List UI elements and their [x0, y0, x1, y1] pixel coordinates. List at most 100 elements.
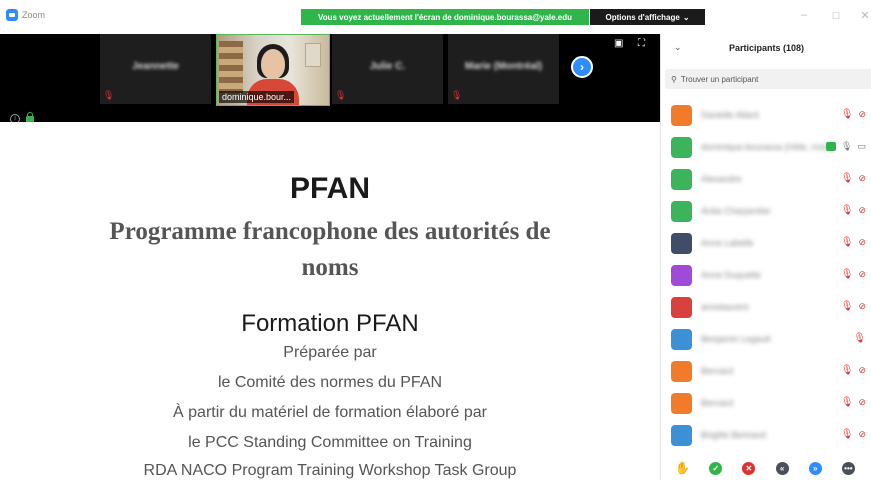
maximize-icon[interactable]: ☐ — [829, 11, 843, 22]
video-off-icon: ⊘ — [858, 173, 866, 183]
muted-mic-icon: 🎙 — [840, 365, 854, 376]
video-off-icon: ⊘ — [858, 397, 866, 407]
app-title: Zoom — [6, 9, 45, 21]
participant-name: dominique.bour... — [219, 91, 295, 103]
view-options-button[interactable]: Options d'affichage ⌄ — [590, 9, 705, 25]
participant-name: Alexandre — [701, 174, 742, 184]
participant-status-icons: 🎙 ⊘ — [841, 237, 866, 248]
participant-row[interactable]: Benjamin Legault 🎙 — [661, 325, 871, 357]
video-thumbnail[interactable]: Marie (Montréal) 🎙 — [448, 34, 559, 104]
slide-line: le Comité des normes du PFAN — [217, 374, 443, 391]
participant-name: Marie (Montréal) — [464, 61, 543, 72]
muted-mic-icon: 🎙 — [840, 269, 854, 280]
video-thumbnail[interactable]: Jeannette 🎙 — [100, 34, 211, 104]
participant-status-icons: 🎙 ⊘ — [841, 429, 866, 440]
muted-mic-icon: 🎙 — [451, 90, 463, 100]
avatar — [671, 265, 692, 286]
panel-header: ⌄ Participants (108) — [661, 34, 871, 64]
video-off-icon: ⊘ — [858, 269, 866, 279]
go-faster-icon[interactable]: » — [808, 461, 822, 475]
screen-share-icon — [826, 142, 837, 151]
view-options-label: Options d'affichage — [605, 12, 680, 22]
participant-status-icons: 🎙 — [853, 333, 866, 344]
participant-row[interactable]: dominique.bourassa (Hôte, moi) 🎙 ▭ — [661, 133, 871, 165]
slide-subtitle: Programme francophone des autorités de n… — [109, 218, 551, 281]
screen-share-banner: Vous voyez actuellement l'écran de domin… — [301, 9, 589, 25]
video-strip: Jeannette 🎙 dominique.bour... Julie C. 🎙… — [0, 34, 660, 124]
participant-row[interactable]: Alexandre 🎙 ⊘ — [661, 165, 871, 197]
title-bar: Zoom Vous voyez actuellement l'écran de … — [0, 0, 871, 34]
close-icon[interactable]: ✕ — [858, 9, 871, 22]
avatar — [671, 169, 692, 190]
muted-mic-icon: 🎙 — [853, 333, 866, 344]
video-off-icon: ⊘ — [858, 109, 866, 119]
chevron-right-icon: › — [580, 60, 584, 74]
participant-row[interactable]: Anne Duquette 🎙 ⊘ — [661, 261, 871, 293]
participant-name: Julie C. — [369, 61, 406, 72]
participant-row[interactable]: Bernard 🎙 ⊘ — [661, 389, 871, 421]
participant-name: annelaurent — [701, 302, 749, 312]
yes-icon[interactable]: ✓ — [709, 461, 723, 475]
go-slower-icon[interactable]: « — [775, 461, 789, 475]
muted-mic-icon: 🎙 — [840, 237, 854, 248]
participant-name: dominique.bourassa (Hôte, moi) — [701, 142, 830, 152]
participant-status-icons: 🎙 ⊘ — [841, 109, 866, 120]
raise-hand-icon[interactable]: ✋ — [675, 461, 690, 475]
participant-status-icons: 🎙 ▭ — [826, 141, 866, 152]
muted-mic-icon: 🎙 — [335, 90, 347, 100]
video-thumbnail[interactable]: Julie C. 🎙 — [332, 34, 443, 104]
avatar — [671, 233, 692, 254]
wall-frame — [305, 43, 321, 67]
muted-mic-icon: 🎙 — [840, 301, 854, 312]
search-icon: ⚲ — [671, 74, 677, 84]
minimize-icon[interactable]: – — [797, 9, 811, 21]
participant-name: Bernard — [701, 366, 734, 376]
participant-status-icons: 🎙 ⊘ — [841, 269, 866, 280]
avatar — [671, 361, 692, 382]
participant-row[interactable]: Danielle Allard 🎙 ⊘ — [661, 101, 871, 133]
speaker-view-icon[interactable]: ▣ — [614, 38, 623, 49]
no-icon[interactable]: ✕ — [742, 461, 756, 475]
video-off-icon: ⊘ — [858, 301, 866, 311]
muted-mic-icon: 🎙 — [840, 397, 854, 408]
avatar — [671, 425, 692, 446]
participant-row[interactable]: Bernard 🎙 ⊘ — [661, 357, 871, 389]
more-icon[interactable]: ••• — [841, 461, 855, 475]
fullscreen-icon[interactable]: ⛶ — [638, 38, 645, 49]
participant-name: Benjamin Legault — [701, 334, 771, 344]
participant-row[interactable]: Anita Charpentier 🎙 ⊘ — [661, 197, 871, 229]
camera-on-icon: ▭ — [857, 141, 866, 151]
participant-name: Anne Duquette — [701, 270, 762, 280]
muted-mic-icon: 🎙 — [840, 109, 854, 120]
participant-row[interactable]: Anne Labelle 🎙 ⊘ — [661, 229, 871, 261]
app-title-text: Zoom — [22, 10, 46, 20]
bookshelf — [219, 41, 243, 93]
video-off-icon: ⊘ — [858, 365, 866, 375]
video-off-icon: ⊘ — [858, 205, 866, 215]
participant-name: Jeannette — [132, 61, 179, 72]
participant-search-input[interactable]: ⚲ Trouver un participant — [665, 69, 871, 89]
video-off-icon: ⊘ — [858, 429, 866, 439]
participant-name: Brigitte Bertrand — [701, 430, 767, 440]
avatar — [671, 297, 692, 318]
participant-row[interactable]: Brigitte Bertrand 🎙 ⊘ — [661, 421, 871, 453]
muted-mic-icon: 🎙 — [840, 429, 854, 440]
mic-on-icon: 🎙 — [841, 141, 853, 151]
search-placeholder: Trouver un participant — [680, 74, 759, 84]
video-thumbnail-active-speaker[interactable]: dominique.bour... — [216, 34, 330, 106]
slide-title: PFAN — [289, 172, 370, 205]
slide-line: Préparée par — [283, 344, 377, 361]
participant-name: Anita Charpentier — [701, 206, 772, 216]
zoom-logo-icon — [6, 9, 18, 21]
participant-status-icons: 🎙 ⊘ — [841, 301, 866, 312]
participant-row[interactable]: annelaurent 🎙 ⊘ — [661, 293, 871, 325]
avatar — [671, 105, 692, 126]
participant-status-icons: 🎙 ⊘ — [841, 205, 866, 216]
participant-name: Bernard — [701, 398, 734, 408]
next-page-button[interactable]: › — [571, 56, 593, 78]
avatar — [671, 329, 692, 350]
participant-face — [261, 49, 285, 79]
panel-title: Participants (108) — [728, 43, 805, 53]
participant-status-icons: 🎙 ⊘ — [841, 173, 866, 184]
muted-mic-icon: 🎙 — [840, 173, 854, 184]
